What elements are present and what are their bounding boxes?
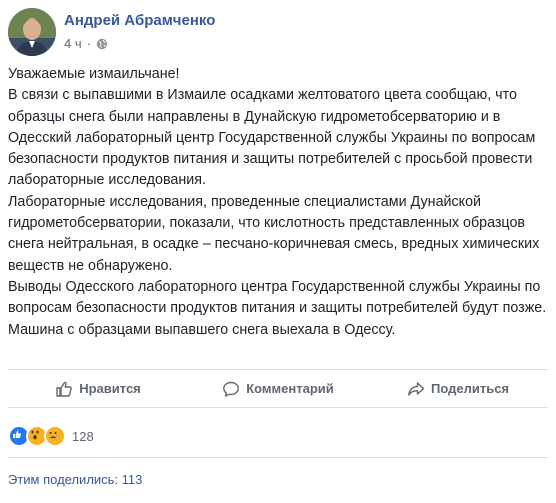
divider bbox=[8, 407, 548, 408]
post-paragraph-2: Лабораторные исследования, проведенные с… bbox=[8, 193, 540, 274]
share-label: Поделиться bbox=[430, 381, 510, 396]
post-meta: 4 ч · bbox=[64, 36, 108, 51]
comment-button[interactable]: Комментарий bbox=[188, 370, 368, 407]
author-avatar[interactable] bbox=[8, 8, 56, 56]
divider bbox=[8, 457, 548, 458]
like-label: Нравится bbox=[79, 381, 141, 396]
avatar-photo-icon bbox=[8, 8, 56, 56]
meta-separator: · bbox=[86, 36, 91, 51]
globe-icon[interactable] bbox=[96, 38, 108, 50]
reaction-count[interactable]: 128 bbox=[72, 429, 94, 444]
post-timestamp[interactable]: 4 ч bbox=[64, 36, 82, 51]
comment-icon bbox=[223, 381, 240, 397]
shares-count-link[interactable]: Этим поделились: 113 bbox=[8, 472, 142, 487]
thumbs-up-icon bbox=[56, 381, 73, 397]
post-paragraph-3: Выводы Одесского лабораторного центра Го… bbox=[8, 278, 547, 338]
reactions-summary[interactable]: 128 bbox=[8, 425, 94, 447]
author-name[interactable]: Андрей Абрамченко bbox=[64, 12, 215, 29]
share-button[interactable]: Поделиться bbox=[368, 370, 548, 407]
facebook-post: Андрей Абрамченко 4 ч · Уважаемые измаил… bbox=[0, 0, 556, 503]
post-message: Уважаемые измаильчане! В связи с выпавши… bbox=[8, 64, 548, 341]
share-arrow-icon bbox=[408, 381, 425, 396]
post-paragraph-1: В связи с выпавшими в Измаиле осадками ж… bbox=[8, 87, 536, 189]
post-paragraph-greeting: Уважаемые измаильчане! bbox=[8, 66, 180, 82]
like-button[interactable]: Нравится bbox=[8, 370, 188, 407]
post-actions: Нравится Комментарий Поделиться bbox=[8, 370, 548, 407]
sad-reaction-icon bbox=[44, 425, 66, 447]
comment-label: Комментарий bbox=[246, 381, 334, 396]
